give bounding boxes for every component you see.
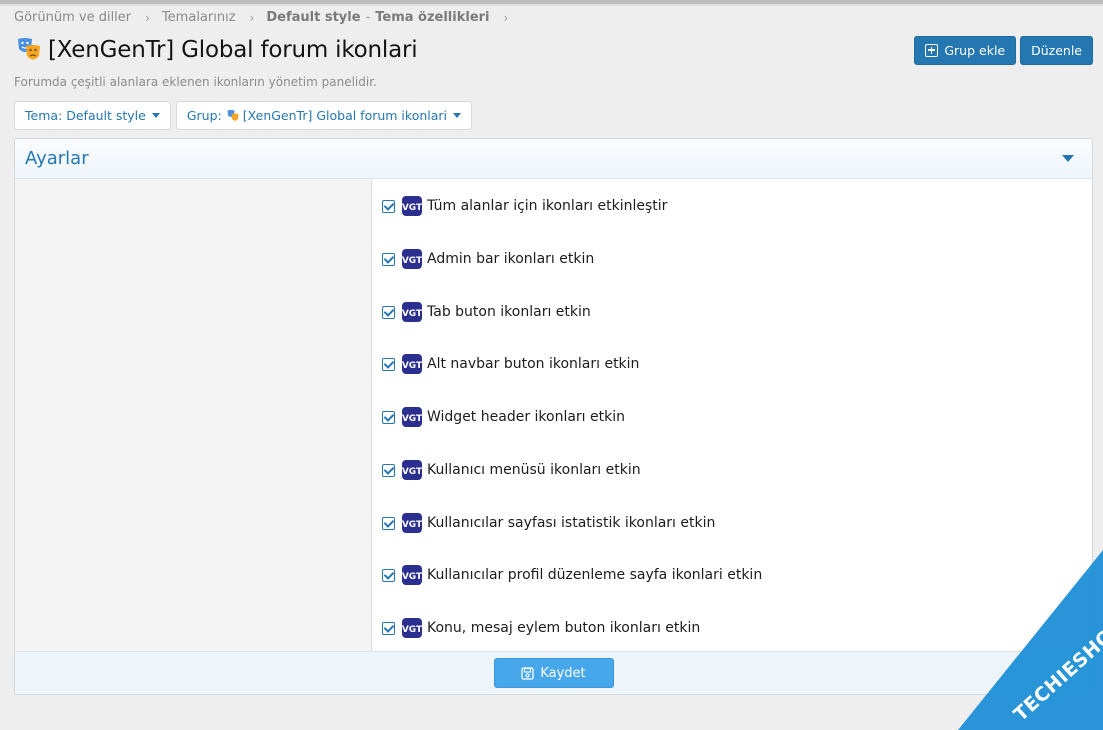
option-label: Kullanıcı menüsü ikonları etkin	[427, 462, 641, 478]
page-title: [XenGenTr] Global forum ikonlari	[48, 37, 418, 63]
svg-text:VGT: VGT	[402, 467, 422, 477]
caret-down-icon	[151, 113, 160, 118]
option-label-column	[15, 179, 372, 654]
breadcrumb: Görünüm ve diller › Temalarınız › Defaul…	[14, 10, 520, 25]
chevron-right-icon: ›	[503, 10, 509, 25]
svg-text:VGT: VGT	[402, 256, 422, 266]
vgt-logo-icon: VGT	[402, 513, 422, 533]
vgt-logo-icon: VGT	[402, 354, 422, 374]
svg-text:VGT: VGT	[402, 572, 422, 582]
header-actions: Grup ekle Düzenle	[914, 36, 1093, 65]
add-box-icon	[925, 44, 939, 57]
save-icon	[521, 666, 534, 680]
svg-text:VGT: VGT	[402, 520, 422, 530]
svg-text:VGT: VGT	[402, 625, 422, 635]
option-label: Kullanıcılar profil düzenleme sayfa ikon…	[427, 567, 763, 583]
group-filter-value: [XenGenTr] Global forum ikonlari	[242, 108, 448, 123]
group-filter-prefix: Grup:	[186, 108, 222, 123]
vgt-logo-icon: VGT	[402, 249, 422, 269]
filter-bar: Tema: Default style Grup: [XenGenTr] Glo…	[14, 101, 473, 130]
breadcrumb-current-style[interactable]: Default style	[266, 10, 360, 25]
theater-masks-icon	[227, 109, 239, 121]
panel-body: VGT Tüm alanlar için ikonları etkinleşti…	[15, 179, 1092, 654]
option-checkbox[interactable]	[382, 463, 395, 477]
breadcrumb-styles[interactable]: Temalarınız	[162, 10, 236, 25]
option-value-column: VGT Tüm alanlar için ikonları etkinleşti…	[372, 179, 1092, 654]
option-row: VGT Admin bar ikonları etkin	[382, 247, 594, 271]
option-row: VGT Konu, mesaj eylem buton ikonları etk…	[382, 616, 700, 640]
collapse-toggle-icon[interactable]	[1062, 155, 1074, 162]
vgt-logo-icon: VGT	[402, 618, 422, 638]
option-label: Tab buton ikonları etkin	[427, 304, 591, 320]
chevron-right-icon: ›	[145, 10, 150, 25]
option-checkbox[interactable]	[382, 305, 395, 319]
top-border-shadow	[0, 4, 1103, 6]
caret-down-icon	[453, 113, 462, 118]
option-checkbox[interactable]	[382, 410, 395, 424]
vgt-logo-icon: VGT	[402, 460, 422, 480]
breadcrumb-dash: -	[365, 10, 371, 25]
option-checkbox[interactable]	[382, 568, 395, 582]
panel-header[interactable]: Ayarlar	[15, 139, 1092, 179]
add-group-button[interactable]: Grup ekle	[914, 36, 1017, 65]
option-label: Alt navbar buton ikonları etkin	[427, 356, 640, 372]
option-row: VGT Widget header ikonları etkin	[382, 405, 625, 429]
option-row: VGT Tüm alanlar için ikonları etkinleşti…	[382, 194, 667, 218]
option-checkbox[interactable]	[382, 621, 395, 635]
option-checkbox[interactable]	[382, 199, 395, 213]
option-row: VGT Kullanıcılar profil düzenleme sayfa …	[382, 563, 762, 587]
style-filter-label: Tema: Default style	[25, 108, 146, 123]
option-label: Admin bar ikonları etkin	[427, 251, 595, 267]
option-row: VGT Alt navbar buton ikonları etkin	[382, 352, 639, 376]
page-description: Forumda çeşitli alanlara eklenen ikonlar…	[14, 75, 377, 89]
option-label: Widget header ikonları etkin	[427, 409, 625, 425]
option-row: VGT Tab buton ikonları etkin	[382, 300, 591, 324]
option-label: Tüm alanlar için ikonları etkinleştir	[427, 198, 668, 214]
option-checkbox[interactable]	[382, 516, 395, 530]
svg-text:VGT: VGT	[402, 361, 422, 371]
page-title-row: [XenGenTr] Global forum ikonlari	[16, 36, 418, 64]
theater-masks-icon	[18, 38, 40, 60]
style-filter-dropdown[interactable]: Tema: Default style	[14, 101, 171, 130]
svg-text:VGT: VGT	[402, 203, 422, 213]
option-checkbox[interactable]	[382, 252, 395, 266]
add-group-label: Grup ekle	[944, 43, 1006, 58]
svg-text:VGT: VGT	[402, 414, 422, 424]
vgt-logo-icon: VGT	[402, 196, 422, 216]
panel-title: Ayarlar	[25, 148, 89, 169]
breadcrumb-style-properties[interactable]: Tema özellikleri	[375, 10, 489, 25]
option-label: Kullanıcılar sayfası istatistik ikonları…	[427, 515, 716, 531]
breadcrumb-appearance[interactable]: Görünüm ve diller	[14, 10, 131, 25]
option-label: Konu, mesaj eylem buton ikonları etkin	[427, 620, 701, 636]
edit-button[interactable]: Düzenle	[1020, 36, 1093, 65]
option-row: VGT Kullanıcılar sayfası istatistik ikon…	[382, 511, 715, 535]
vgt-logo-icon: VGT	[402, 565, 422, 585]
svg-text:VGT: VGT	[402, 309, 422, 319]
vgt-logo-icon: VGT	[402, 407, 422, 427]
option-checkbox[interactable]	[382, 357, 395, 371]
form-submit-row: Kaydet	[15, 651, 1092, 694]
option-row: VGT Kullanıcı menüsü ikonları etkin	[382, 458, 641, 482]
save-button[interactable]: Kaydet	[493, 658, 614, 688]
vgt-logo-icon: VGT	[402, 302, 422, 322]
chevron-right-icon: ›	[249, 10, 255, 25]
save-label: Kaydet	[540, 665, 586, 681]
edit-label: Düzenle	[1031, 43, 1082, 58]
settings-panel: Ayarlar VGT Tüm alanlar için ikonları et…	[14, 138, 1093, 695]
group-filter-dropdown[interactable]: Grup: [XenGenTr] Global forum ikonlari	[175, 101, 473, 130]
